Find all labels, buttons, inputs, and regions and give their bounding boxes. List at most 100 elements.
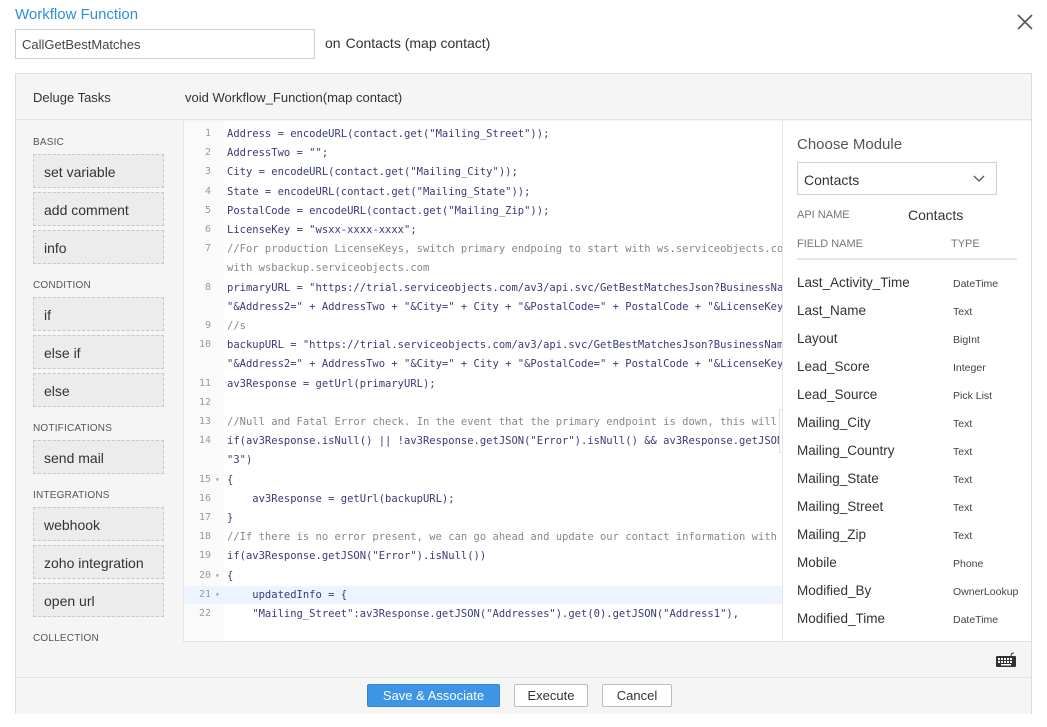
- deluge-task-item[interactable]: zoho integration: [33, 545, 164, 579]
- code-line[interactable]: "3"): [184, 451, 782, 469]
- field-row[interactable]: Mailing_Street Text: [797, 496, 1027, 524]
- line-number: 21: [198, 588, 211, 600]
- field-type: Text: [953, 446, 973, 458]
- editor-bottom-bar: [183, 641, 1031, 677]
- deluge-task-item[interactable]: open url: [33, 583, 164, 617]
- fold-toggle-icon[interactable]: ▾: [215, 471, 220, 489]
- code-text: Address = encodeURL(contact.get("Mailing…: [227, 128, 550, 140]
- cancel-button[interactable]: Cancel: [602, 684, 672, 707]
- code-line[interactable]: 18 //If there is no error present, we can…: [184, 528, 782, 546]
- code-line[interactable]: "&Address2=" + AddressTwo + "&City=" + C…: [184, 298, 782, 316]
- deluge-task-item[interactable]: if: [33, 297, 164, 331]
- field-name: Modified_Time: [797, 611, 886, 626]
- deluge-task-item[interactable]: info: [33, 230, 164, 264]
- line-number: 11: [198, 377, 211, 389]
- field-row[interactable]: Mailing_City Text: [797, 412, 1027, 440]
- code-text: PostalCode = encodeURL(contact.get("Mail…: [227, 204, 550, 217]
- deluge-task-item[interactable]: webhook: [33, 507, 164, 541]
- choose-module-title: Choose Module: [797, 136, 903, 153]
- field-type: Text: [953, 418, 973, 430]
- field-row[interactable]: Lead_Source Pick List: [797, 384, 1027, 412]
- code-line[interactable]: 2 AddressTwo = "";: [184, 144, 782, 162]
- code-line[interactable]: "&Address2=" + AddressTwo + "&City=" + C…: [184, 355, 782, 373]
- field-row[interactable]: Mailing_Zip Text: [797, 524, 1027, 552]
- code-text: State = encodeURL(contact.get("Mailing_S…: [227, 185, 531, 198]
- field-row[interactable]: Modified_Time DateTime: [797, 608, 1027, 636]
- code-line[interactable]: 9 //s: [184, 317, 782, 335]
- code-line[interactable]: 7 //For production LicenseKeys, switch pr…: [184, 240, 782, 258]
- panel-header: Deluge Tasks void Workflow_Function(map …: [16, 74, 1031, 120]
- function-name-input[interactable]: [15, 29, 315, 59]
- keyboard-icon[interactable]: [995, 652, 1017, 668]
- code-line[interactable]: 14 if(av3Response.isNull() || !av3Respons…: [184, 432, 782, 450]
- field-row[interactable]: Last_Activity_Time DateTime: [797, 272, 1027, 300]
- field-name: Last_Name: [797, 303, 867, 318]
- module-select[interactable]: Contacts: [797, 162, 997, 195]
- code-text: {: [227, 473, 234, 486]
- line-number: 7: [204, 243, 211, 255]
- field-name: Mailing_Zip: [797, 527, 867, 542]
- field-row[interactable]: Modified_By OwnerLookup: [797, 580, 1027, 608]
- code-line[interactable]: 17}: [184, 509, 782, 527]
- function-signature: void Workflow_Function(map contact): [185, 90, 403, 105]
- deluge-task-item[interactable]: else: [33, 373, 164, 407]
- field-list: Last_Activity_Time DateTime Last_Name Text L…: [797, 272, 1027, 636]
- code-line[interactable]: 15 ▾ {: [184, 471, 782, 489]
- field-row[interactable]: Mailing_State Text: [797, 468, 1027, 496]
- code-text: City = encodeURL(contact.get("Mailing_Ci…: [227, 166, 518, 179]
- field-type: Text: [953, 530, 973, 542]
- code-line[interactable]: 20 ▾ {: [184, 567, 782, 585]
- close-icon[interactable]: [1015, 12, 1035, 32]
- field-name: Last_Activity_Time: [797, 275, 910, 290]
- code-text: "&Address2=" + AddressTwo + "&City=" + C…: [227, 358, 782, 371]
- field-row[interactable]: Last_Name Text: [797, 300, 1027, 328]
- deluge-tasks-title: Deluge Tasks: [33, 90, 111, 105]
- field-type: Text: [953, 306, 973, 318]
- save-associate-button[interactable]: Save & Associate: [367, 684, 500, 707]
- field-name: Mailing_Country: [797, 443, 895, 458]
- code-line[interactable]: 3 City = encodeURL(contact.get("Mailing_C…: [184, 163, 782, 181]
- code-text: LicenseKey = "wsxx-xxxx-xxxx";: [227, 224, 417, 236]
- code-line[interactable]: with wsbackup.serviceobjects.com: [184, 259, 782, 277]
- line-number: 9: [204, 320, 211, 331]
- code-text: backupURL = "https://trial.serviceobject…: [227, 339, 782, 352]
- code-line[interactable]: 22 "Mailing_Street":av3Response.getJSON(…: [184, 605, 782, 623]
- code-line[interactable]: 1 Address = encodeURL(contact.get("Mailin…: [184, 125, 782, 143]
- code-line[interactable]: 19 if(av3Response.getJSON("Error").isNull…: [184, 547, 782, 565]
- deluge-task-item[interactable]: else if: [33, 335, 164, 369]
- dialog-footer: Save & Associate Execute Cancel: [16, 677, 1031, 714]
- fold-toggle-icon[interactable]: ▾: [215, 567, 220, 585]
- field-row[interactable]: Lead_Score Integer: [797, 356, 1027, 384]
- field-name: Lead_Score: [797, 359, 870, 374]
- field-name: Modified_By: [797, 583, 872, 598]
- code-line[interactable]: 4 State = encodeURL(contact.get("Mailing_…: [184, 183, 782, 201]
- line-number: 20: [198, 569, 211, 581]
- code-line[interactable]: 16 av3Response = getUrl(backupURL);: [184, 490, 782, 508]
- field-row[interactable]: Mailing_Country Text: [797, 440, 1027, 468]
- deluge-task-item[interactable]: add comment: [33, 192, 164, 226]
- code-line[interactable]: 5 PostalCode = encodeURL(contact.get("Mai…: [184, 202, 782, 220]
- code-line[interactable]: 13 //Null and Fatal Error check. In the e…: [184, 413, 782, 431]
- task-section-label: NOTIFICATIONS: [33, 423, 113, 434]
- field-row[interactable]: Mobile Phone: [797, 552, 1027, 580]
- deluge-task-item[interactable]: send mail: [33, 440, 164, 474]
- code-line[interactable]: 6 LicenseKey = "wsxx-xxxx-xxxx";: [184, 221, 782, 239]
- code-line[interactable]: 11 av3Response = getUrl(primaryURL);: [184, 375, 782, 393]
- line-number: 8: [204, 281, 211, 293]
- code-text: //For production LicenseKeys, switch pri…: [227, 243, 782, 256]
- dialog-title: Workflow Function: [15, 6, 139, 23]
- task-section-label: CONDITION: [33, 280, 91, 291]
- code-text: with wsbackup.serviceobjects.com: [227, 262, 430, 275]
- code-line[interactable]: 21 ▾ updatedInfo = {: [184, 585, 782, 604]
- chevron-down-icon: [973, 175, 985, 182]
- fold-toggle-icon[interactable]: ▾: [215, 586, 220, 604]
- deluge-task-item[interactable]: set variable: [33, 154, 164, 188]
- execute-button[interactable]: Execute: [514, 684, 588, 707]
- line-number: 2: [204, 147, 211, 159]
- code-editor[interactable]: 1 Address = encodeURL(contact.get("Mailin…: [183, 121, 782, 641]
- code-line[interactable]: 10 backupURL = "https://trial.serviceobje…: [184, 336, 782, 354]
- module-map-label: Contacts (map contact): [345, 35, 491, 51]
- field-row[interactable]: Layout BigInt: [797, 328, 1027, 356]
- code-line[interactable]: 12: [184, 394, 782, 412]
- code-line[interactable]: 8 primaryURL = "https://trial.serviceobje…: [184, 279, 782, 297]
